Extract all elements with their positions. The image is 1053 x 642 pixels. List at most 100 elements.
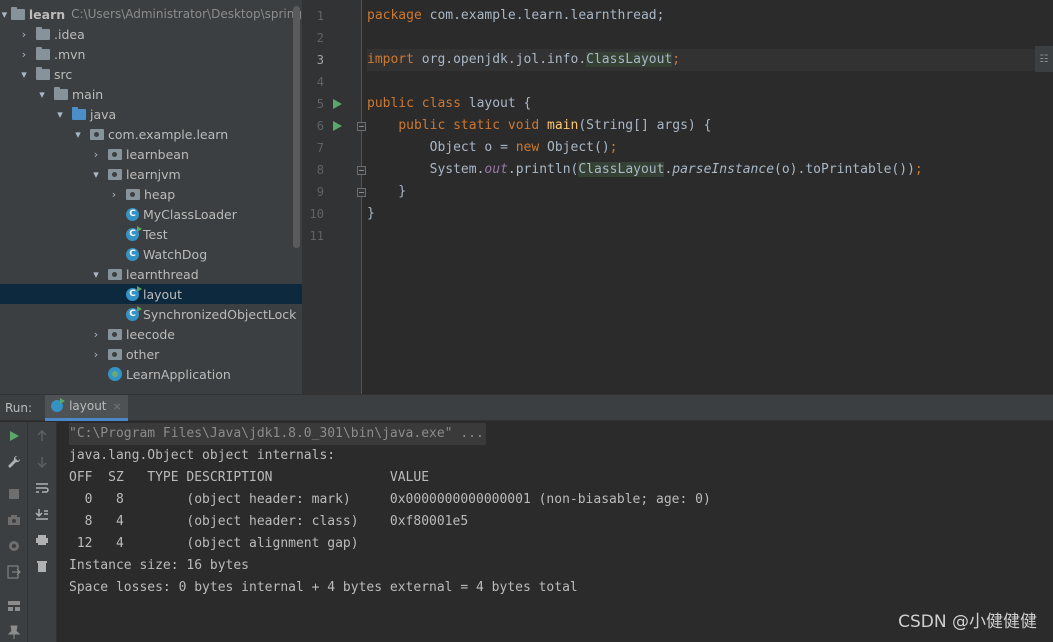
tree-item-learnapplication[interactable]: LearnApplication [0, 364, 302, 384]
tree-item-label: Test [143, 226, 168, 242]
project-tool-window: ▾ learn C:\Users\Administrator\Desktop\s… [0, 0, 302, 394]
tree-item-idea[interactable]: › .idea [0, 24, 302, 44]
tree-root-learn[interactable]: ▾ learn C:\Users\Administrator\Desktop\s… [0, 4, 302, 24]
fold-icon[interactable] [357, 122, 366, 131]
chevron-right-icon[interactable]: › [90, 144, 102, 164]
folder-icon [36, 46, 50, 60]
chevron-down-icon[interactable]: ▾ [90, 164, 102, 184]
console-line: "C:\Program Files\Java\jdk1.8.0_301\bin\… [69, 423, 1049, 445]
rerun-button[interactable] [0, 425, 28, 447]
folder-icon [36, 26, 50, 40]
soft-wrap-button[interactable] [28, 477, 56, 499]
chevron-down-icon[interactable]: ▾ [72, 124, 84, 144]
tree-item-label: .mvn [54, 46, 86, 62]
tree-item-test[interactable]: C Test [0, 224, 302, 244]
wrap-icon [36, 483, 49, 493]
tree-root-path: C:\Users\Administrator\Desktop\spring [71, 7, 302, 21]
line-number: 4 [316, 75, 324, 89]
line-number: 10 [309, 207, 324, 221]
tree-item-label: src [54, 66, 73, 82]
source-folder-icon [72, 106, 86, 120]
scroll-down-button[interactable] [28, 451, 56, 473]
tree-item-label: learnjvm [126, 166, 181, 182]
code-text: com.example.learn.learnthread; [421, 8, 665, 23]
tree-item-com-example-learn[interactable]: ▾ com.example.learn [0, 124, 302, 144]
editor-gutter: 1 2 3 4 5 6 7 8 9 10 11 [302, 0, 366, 394]
method-name: main [547, 118, 579, 133]
fold-icon[interactable] [357, 166, 366, 175]
tree-item-src[interactable]: ▾ src [0, 64, 302, 84]
code-editor[interactable]: 1 2 3 4 5 6 7 8 9 10 11 package com.exam… [302, 0, 1053, 394]
command-line[interactable]: "C:\Program Files\Java\jdk1.8.0_301\bin\… [69, 423, 486, 445]
settings-button[interactable] [0, 535, 28, 557]
chevron-right-icon[interactable]: › [18, 44, 30, 64]
code-line-3: import org.openjdk.jol.info.ClassLayout; [367, 49, 1053, 71]
tree-item-learnbean[interactable]: › learnbean [0, 144, 302, 164]
tree-item-heap[interactable]: › heap [0, 184, 302, 204]
project-scrollbar[interactable] [293, 6, 300, 248]
highlighted-class: ClassLayout [578, 162, 665, 177]
tree-item-leecode[interactable]: › leecode [0, 324, 302, 344]
chevron-right-icon[interactable]: › [90, 344, 102, 364]
code-text: Object o = [429, 140, 516, 155]
wrench-icon [8, 455, 21, 468]
package-icon [108, 168, 122, 180]
chevron-down-icon[interactable]: ▾ [0, 4, 9, 24]
chevron-right-icon[interactable]: › [108, 184, 120, 204]
run-config-icon [51, 398, 66, 412]
tree-item-layout[interactable]: C layout [0, 284, 302, 304]
chevron-right-icon[interactable]: › [18, 24, 30, 44]
run-class-icon[interactable] [333, 99, 342, 109]
run-tab-layout[interactable]: layout × [45, 394, 128, 421]
exit-button[interactable] [0, 561, 28, 583]
scroll-to-end-button[interactable] [28, 503, 56, 525]
chevron-down-icon[interactable]: ▾ [36, 84, 48, 104]
tree-item-main[interactable]: ▾ main [0, 84, 302, 104]
chevron-right-icon[interactable]: › [90, 324, 102, 344]
console-line: Space losses: 0 bytes internal + 4 bytes… [69, 580, 578, 595]
clear-all-button[interactable] [28, 555, 56, 577]
tree-item-other[interactable]: › other [0, 344, 302, 364]
run-main-icon[interactable] [333, 121, 342, 131]
code-text: (o).toPrintable()) [774, 162, 915, 177]
console-output[interactable]: "C:\Program Files\Java\jdk1.8.0_301\bin\… [69, 423, 1049, 599]
layout-button[interactable] [0, 595, 28, 617]
tree-item-label: learnthread [126, 266, 199, 282]
line-number: 9 [316, 185, 324, 199]
print-button[interactable] [28, 529, 56, 551]
scroll-up-button[interactable] [28, 425, 56, 447]
camera-icon [8, 515, 20, 525]
tree-item-learnjvm[interactable]: ▾ learnjvm [0, 164, 302, 184]
tree-item-synchronizedobjectlock[interactable]: C SynchronizedObjectLock [0, 304, 302, 324]
java-class-icon: C [126, 207, 139, 221]
modify-config-button[interactable] [0, 451, 28, 473]
stop-button[interactable] [0, 483, 28, 505]
close-icon[interactable]: × [113, 400, 122, 413]
fold-icon[interactable] [357, 188, 366, 197]
tree-item-label: learnbean [126, 146, 189, 162]
folder-icon [10, 6, 25, 20]
play-icon [10, 431, 19, 441]
tree-item-myclassloader[interactable]: C MyClassLoader [0, 204, 302, 224]
dump-threads-button[interactable] [0, 509, 28, 531]
tree-item-java[interactable]: ▾ java [0, 104, 302, 124]
pin-button[interactable] [0, 621, 28, 642]
reader-mode-button[interactable]: ☷ [1035, 46, 1053, 72]
tree-item-label: WatchDog [143, 246, 208, 262]
chevron-down-icon[interactable]: ▾ [90, 264, 102, 284]
tree-item-learnthread[interactable]: ▾ learnthread [0, 264, 302, 284]
runnable-class-icon: C [126, 225, 142, 241]
exit-icon [7, 565, 21, 579]
code-text: .println( [507, 162, 579, 177]
chevron-down-icon[interactable]: ▾ [54, 104, 66, 124]
keyword: import [367, 52, 414, 67]
tree-item-label: java [90, 106, 117, 122]
code-text: ; [914, 162, 923, 177]
run-header: Run: layout × [0, 394, 1053, 421]
chevron-down-icon[interactable]: ▾ [18, 64, 30, 84]
tree-item-mvn[interactable]: › .mvn [0, 44, 302, 64]
tree-item-label: SynchronizedObjectLock [143, 306, 297, 322]
tree-item-watchdog[interactable]: C WatchDog [0, 244, 302, 264]
